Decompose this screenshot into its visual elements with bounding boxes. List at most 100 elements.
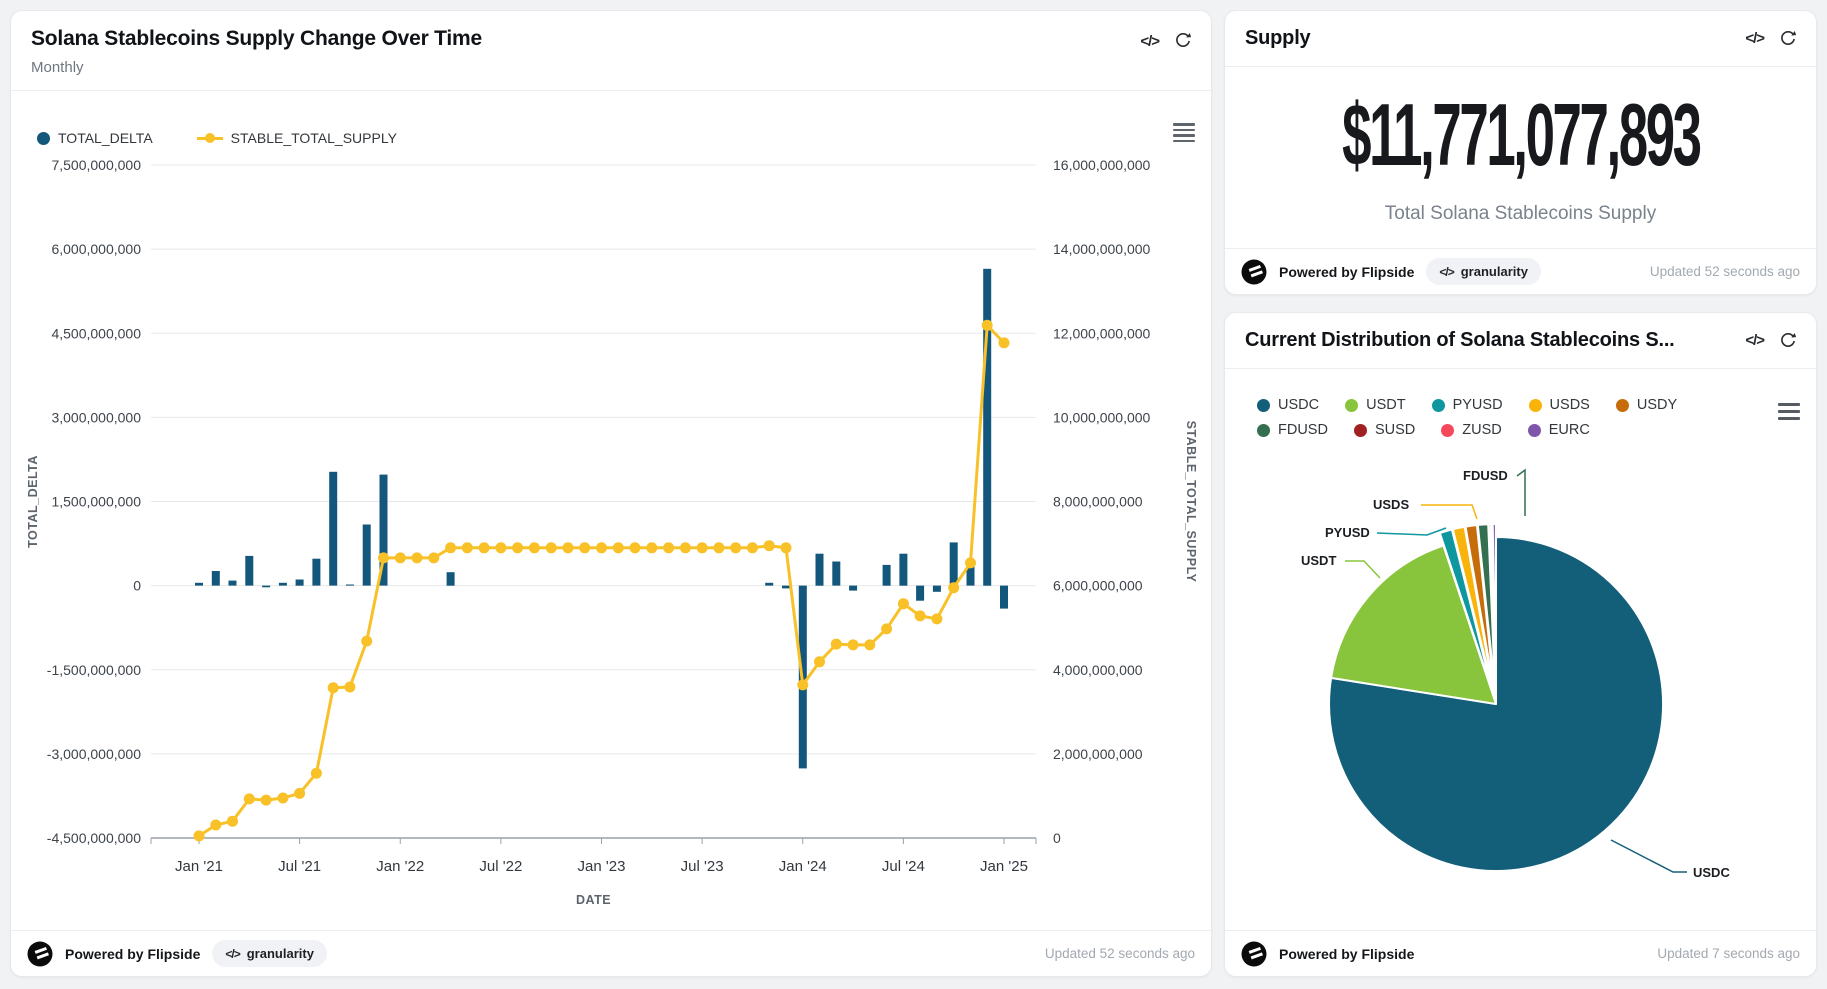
supply-point[interactable]	[378, 552, 389, 563]
delta-bar[interactable]	[950, 542, 958, 585]
pie-callout-line	[1377, 528, 1446, 535]
supply-point[interactable]	[781, 542, 792, 553]
pie-legend-item-usds[interactable]: USDS	[1529, 397, 1590, 413]
granularity-pill[interactable]: </> granularity	[212, 940, 327, 967]
supply-point[interactable]	[898, 598, 909, 609]
supply-point[interactable]	[814, 656, 825, 667]
supply-point[interactable]	[680, 542, 691, 553]
delta-bar[interactable]	[312, 559, 320, 586]
pie-legend-item-fdusd[interactable]: FDUSD	[1257, 422, 1328, 438]
delta-bar[interactable]	[279, 583, 287, 586]
pie-legend-item-zusd[interactable]: ZUSD	[1441, 422, 1501, 438]
supply-point[interactable]	[294, 788, 305, 799]
supply-point[interactable]	[529, 542, 540, 553]
delta-bar[interactable]	[296, 580, 304, 586]
code-icon[interactable]: </>	[1745, 30, 1764, 47]
supply-point[interactable]	[311, 768, 322, 779]
x-axis-tick-label: Jul '23	[681, 858, 724, 875]
delta-bar[interactable]	[447, 572, 455, 586]
supply-point[interactable]	[864, 639, 875, 650]
delta-bar[interactable]	[849, 586, 857, 591]
supply-point[interactable]	[948, 582, 959, 593]
supply-point[interactable]	[277, 793, 288, 804]
supply-point[interactable]	[881, 623, 892, 634]
chart-menu-icon[interactable]	[1171, 121, 1197, 144]
delta-bar[interactable]	[933, 586, 941, 592]
supply-point[interactable]	[546, 542, 557, 553]
supply-point[interactable]	[764, 540, 775, 551]
supply-point[interactable]	[361, 636, 372, 647]
delta-bar[interactable]	[983, 269, 991, 586]
supply-point[interactable]	[730, 542, 741, 553]
refresh-icon[interactable]	[1778, 29, 1798, 49]
supply-point[interactable]	[495, 542, 506, 553]
x-axis-tick-label: Jul '21	[278, 858, 321, 875]
supply-point[interactable]	[663, 542, 674, 553]
refresh-icon[interactable]	[1173, 31, 1193, 51]
supply-point[interactable]	[344, 682, 355, 693]
supply-point[interactable]	[412, 552, 423, 563]
supply-point[interactable]	[227, 816, 238, 827]
supply-point[interactable]	[965, 557, 976, 568]
granularity-pill[interactable]: </> granularity	[1426, 258, 1541, 285]
supply-point[interactable]	[999, 337, 1010, 348]
refresh-icon[interactable]	[1778, 331, 1798, 351]
right-axis-tick-label: 2,000,000,000	[1053, 746, 1143, 762]
supply-point[interactable]	[646, 542, 657, 553]
chart-menu-icon[interactable]	[1776, 401, 1802, 422]
delta-bar[interactable]	[832, 562, 840, 586]
supply-point[interactable]	[915, 610, 926, 621]
supply-point[interactable]	[613, 542, 624, 553]
supply-point[interactable]	[512, 542, 523, 553]
supply-point[interactable]	[328, 682, 339, 693]
delta-bar[interactable]	[916, 586, 924, 601]
delta-bar[interactable]	[229, 581, 237, 586]
delta-bar[interactable]	[363, 525, 371, 586]
pie-legend-item-usdc[interactable]: USDC	[1257, 397, 1319, 413]
supply-point[interactable]	[194, 830, 205, 841]
supply-point[interactable]	[630, 542, 641, 553]
supply-point[interactable]	[747, 542, 758, 553]
supply-point[interactable]	[982, 320, 993, 331]
delta-bar[interactable]	[195, 583, 203, 586]
delta-bar[interactable]	[1000, 586, 1008, 609]
delta-bar[interactable]	[816, 554, 824, 586]
supply-point[interactable]	[579, 542, 590, 553]
pie-legend-item-usdt[interactable]: USDT	[1345, 397, 1405, 413]
code-icon[interactable]: </>	[1745, 332, 1764, 349]
code-icon[interactable]: </>	[1140, 33, 1159, 50]
supply-point[interactable]	[261, 795, 272, 806]
pie-legend-item-pyusd[interactable]: PYUSD	[1432, 397, 1503, 413]
supply-point[interactable]	[831, 639, 842, 650]
supply-point[interactable]	[797, 679, 808, 690]
supply-point[interactable]	[479, 542, 490, 553]
delta-bar[interactable]	[329, 472, 337, 586]
supply-point[interactable]	[697, 542, 708, 553]
delta-bar[interactable]	[883, 565, 891, 586]
delta-bar[interactable]	[782, 586, 790, 589]
supply-point[interactable]	[210, 820, 221, 831]
delta-bar[interactable]	[212, 571, 220, 586]
supply-point[interactable]	[395, 552, 406, 563]
delta-bar[interactable]	[262, 586, 270, 588]
supply-point[interactable]	[462, 542, 473, 553]
delta-bar[interactable]	[346, 585, 354, 586]
legend-item-stable-total-supply[interactable]: STABLE_TOTAL_SUPPLY	[197, 130, 397, 146]
supply-point[interactable]	[596, 542, 607, 553]
delta-bar[interactable]	[245, 556, 253, 586]
supply-point[interactable]	[244, 793, 255, 804]
supply-point[interactable]	[713, 542, 724, 553]
delta-bar[interactable]	[899, 554, 907, 586]
updated-timestamp: Updated 7 seconds ago	[1657, 946, 1800, 961]
pie-legend-item-usdy[interactable]: USDY	[1616, 397, 1677, 413]
supply-point[interactable]	[563, 542, 574, 553]
chart-card-header: Solana Stablecoins Supply Change Over Ti…	[11, 11, 1211, 91]
pie-legend-item-susd[interactable]: SUSD	[1354, 422, 1415, 438]
supply-point[interactable]	[445, 542, 456, 553]
legend-item-total-delta[interactable]: TOTAL_DELTA	[37, 130, 153, 146]
supply-point[interactable]	[848, 639, 859, 650]
delta-bar[interactable]	[765, 583, 773, 586]
supply-point[interactable]	[931, 613, 942, 624]
pie-legend-item-eurc[interactable]: EURC	[1528, 422, 1590, 438]
supply-point[interactable]	[428, 552, 439, 563]
